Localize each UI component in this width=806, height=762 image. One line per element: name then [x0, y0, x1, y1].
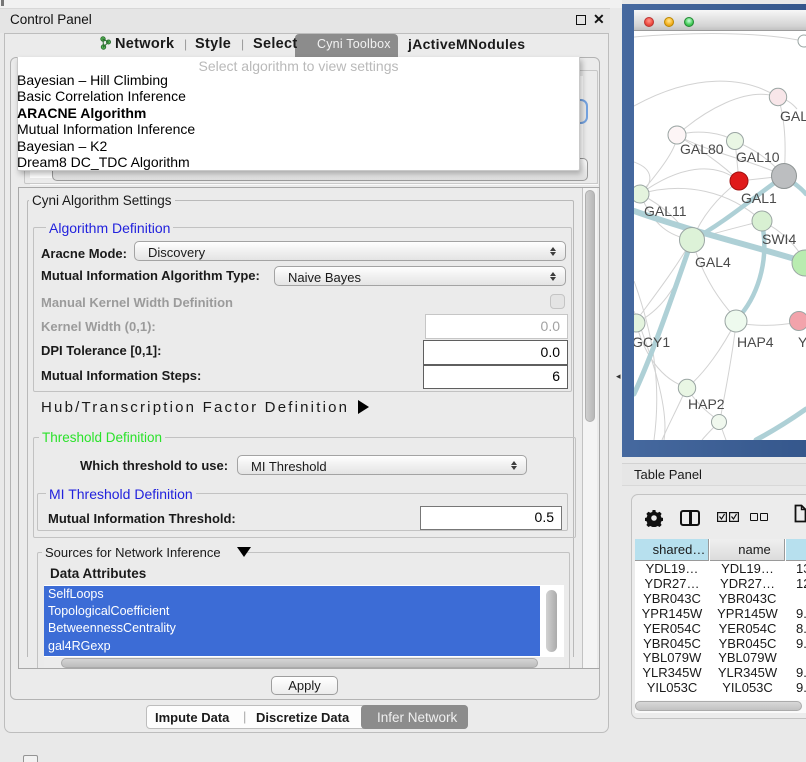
svg-text:GAL1: GAL1 — [741, 190, 777, 206]
svg-text:GCY1: GCY1 — [634, 334, 670, 350]
svg-text:GAL11: GAL11 — [644, 203, 687, 219]
svg-text:GAL4: GAL4 — [695, 254, 731, 270]
svg-text:GAL80: GAL80 — [680, 141, 724, 157]
svg-text:HAP2: HAP2 — [688, 396, 725, 412]
svg-text:SWI4: SWI4 — [762, 231, 796, 247]
svg-text:GAL10: GAL10 — [736, 149, 780, 165]
svg-text:GAL7: GAL7 — [780, 108, 806, 124]
svg-text:Y: Y — [798, 334, 806, 350]
svg-text:HAP4: HAP4 — [737, 334, 774, 350]
